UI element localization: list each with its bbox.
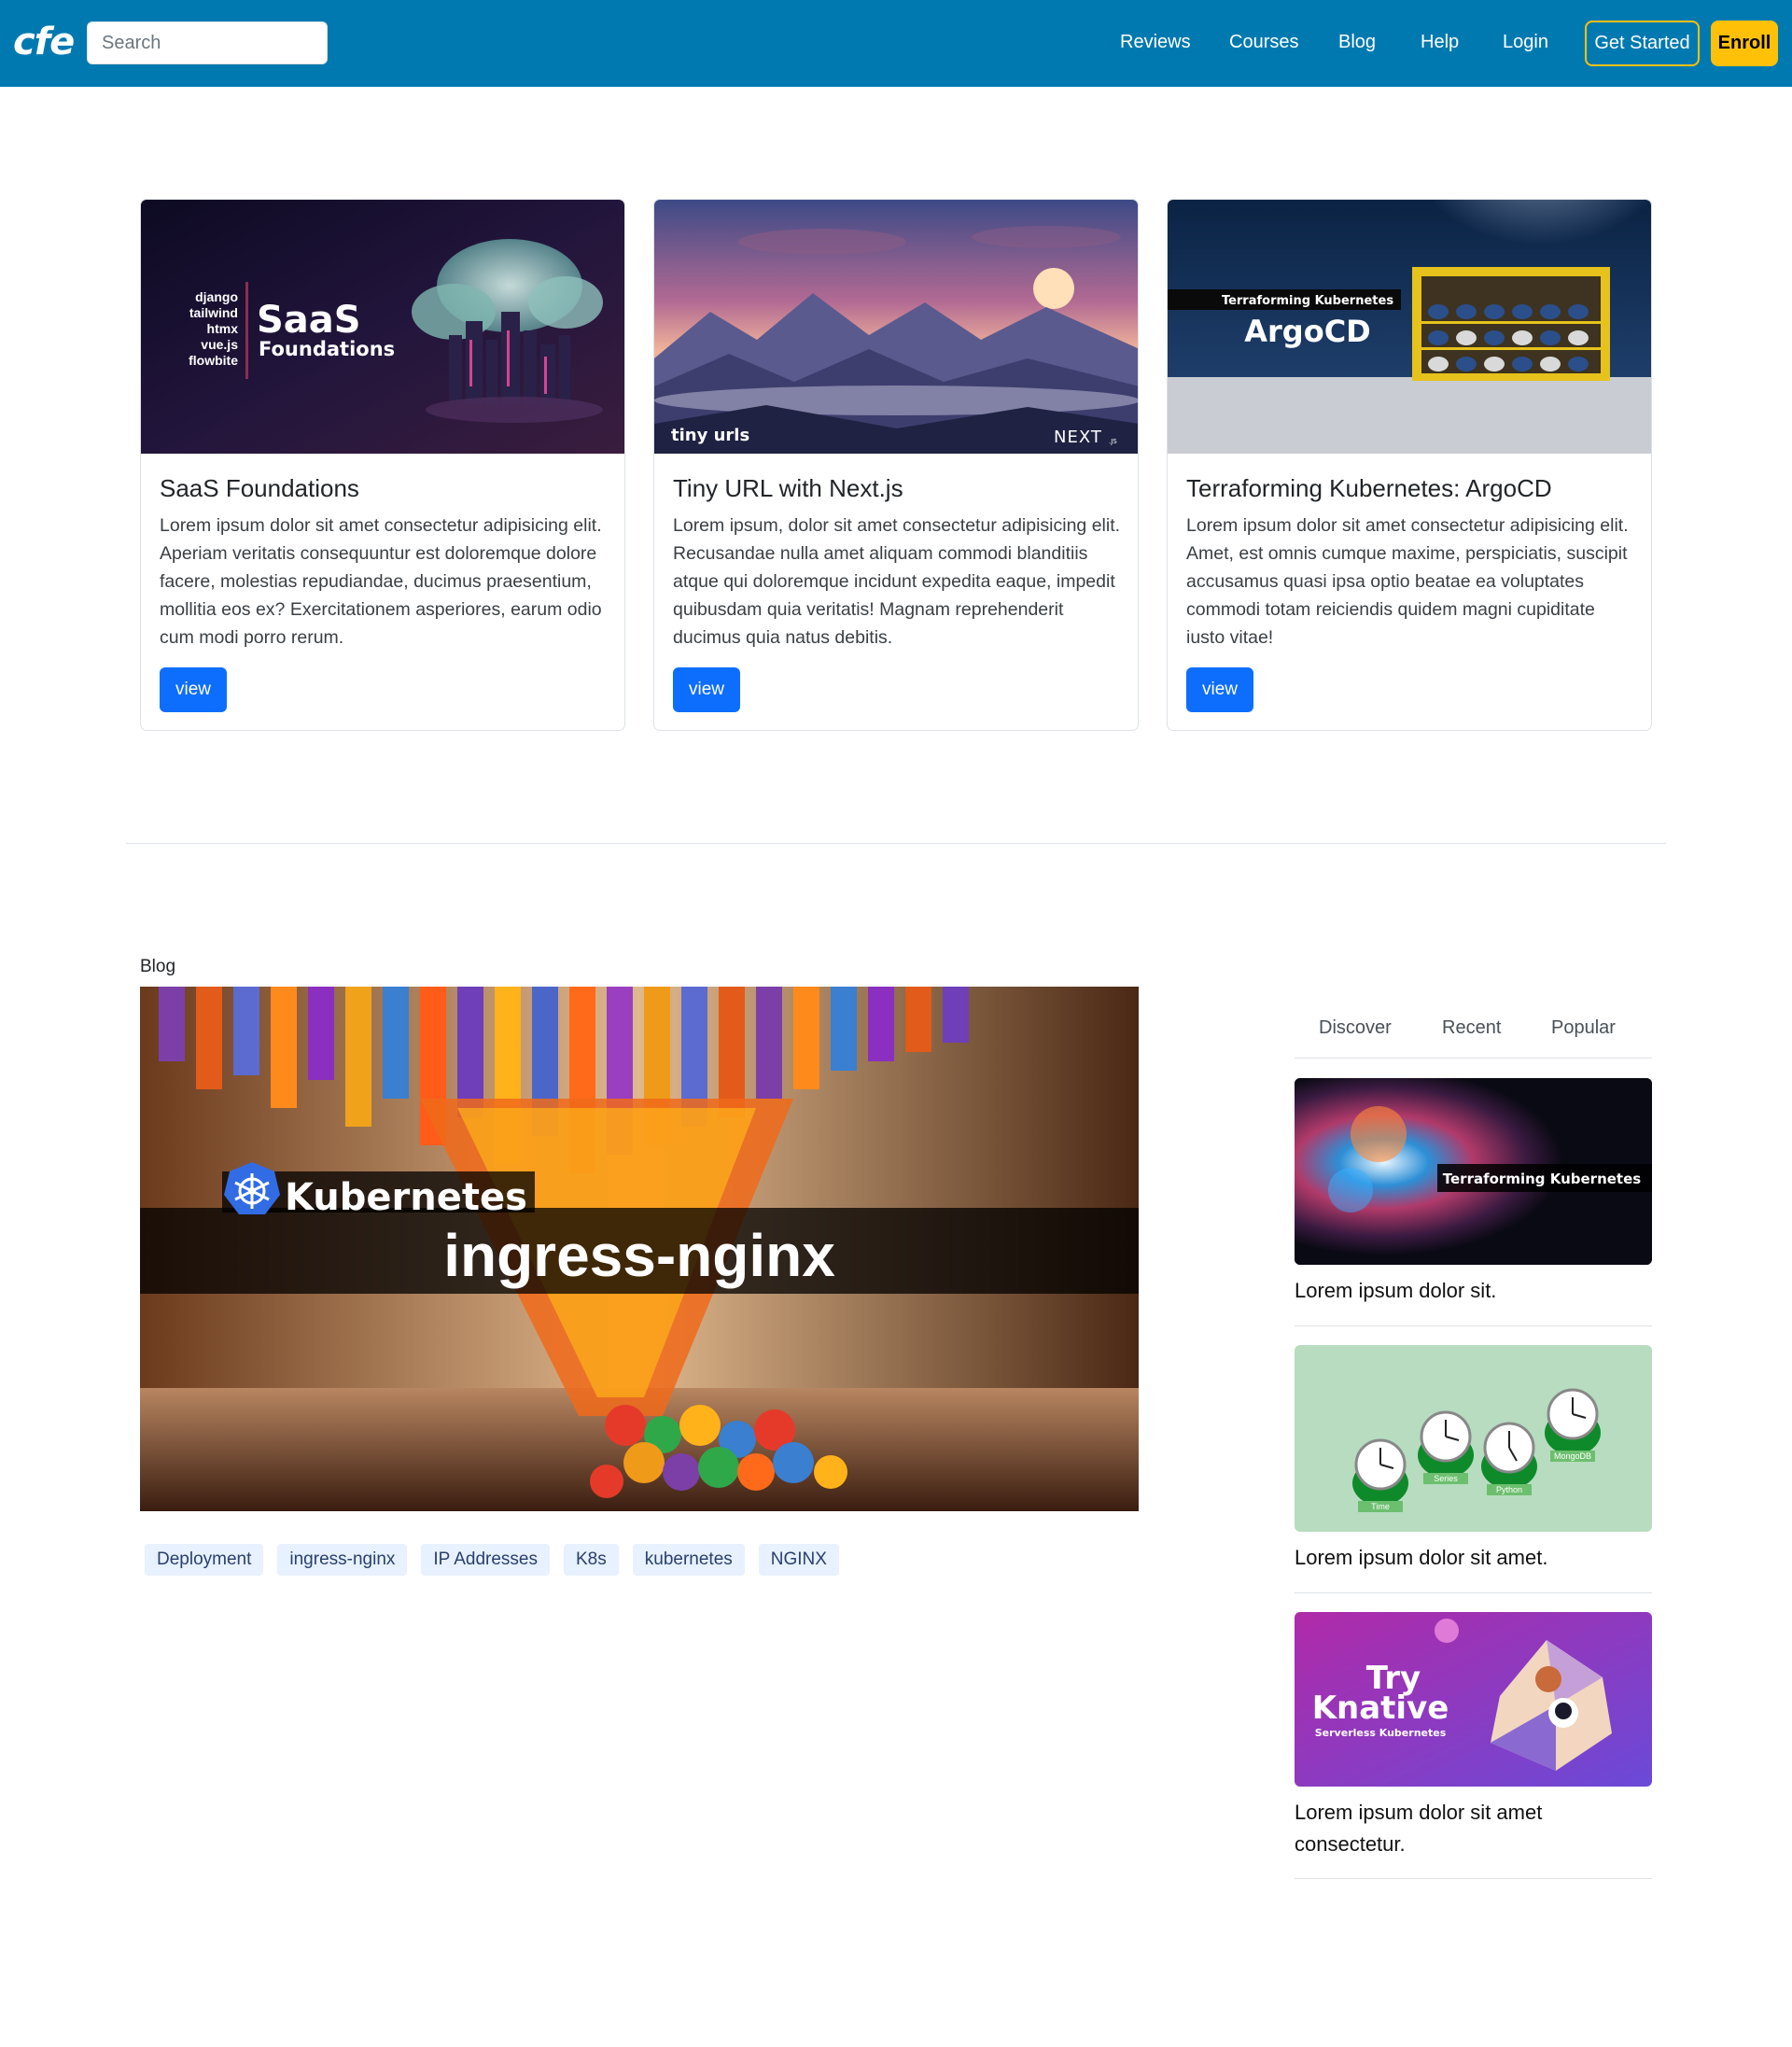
nav-link-reviews[interactable]: Reviews bbox=[1120, 32, 1191, 53]
knative-image-line3: Serverless Kubernetes bbox=[1315, 1727, 1447, 1739]
tab-discover[interactable]: Discover bbox=[1319, 1017, 1392, 1039]
course-title: Tiny URL with Next.js bbox=[673, 474, 903, 502]
knative-image-line2: Knative bbox=[1312, 1689, 1449, 1727]
course-image-saas[interactable]: django tailwind htmx vue.js flowbite Saa… bbox=[141, 200, 624, 454]
saas-image-headline: SaaS bbox=[257, 299, 361, 342]
clock-label-python: Python bbox=[1496, 1485, 1522, 1494]
tag-ingress-nginx[interactable]: ingress-nginx bbox=[277, 1544, 408, 1576]
cfe-logo[interactable]: cfe bbox=[13, 21, 75, 63]
nav-link-blog[interactable]: Blog bbox=[1338, 32, 1376, 53]
section-divider bbox=[126, 843, 1666, 844]
tag-ip-addresses[interactable]: IP Addresses bbox=[421, 1544, 550, 1576]
saas-image-subline: Foundations bbox=[259, 338, 395, 360]
tiny-url-image-caption: tiny urls bbox=[671, 426, 749, 445]
sidebar-tabs: Discover Recent Popular bbox=[1295, 1012, 1652, 1059]
search-input[interactable] bbox=[87, 21, 328, 64]
nav-link-courses[interactable]: Courses bbox=[1229, 32, 1298, 53]
clock-label-mongodb: MongoDB bbox=[1554, 1451, 1591, 1461]
view-button[interactable]: view bbox=[673, 667, 740, 712]
course-card-saas: django tailwind htmx vue.js flowbite Saa… bbox=[140, 199, 625, 731]
blog-tags: Deployment ingress-nginx IP Addresses K8… bbox=[145, 1544, 839, 1576]
saas-stack-vuejs: vue.js bbox=[201, 337, 238, 352]
tag-k8s[interactable]: K8s bbox=[564, 1544, 619, 1576]
argocd-image-headline: ArgoCD bbox=[1244, 314, 1370, 349]
tab-recent[interactable]: Recent bbox=[1442, 1017, 1501, 1039]
hero-badge-text: Kubernetes bbox=[285, 1176, 527, 1219]
sidebar-post-title[interactable]: Lorem ipsum dolor sit. bbox=[1295, 1275, 1496, 1307]
course-image-tiny-url[interactable]: tiny urls NEXT .JS bbox=[654, 200, 1138, 454]
sidebar-post-image[interactable]: Try Knative Serverless Kubernetes bbox=[1295, 1612, 1652, 1787]
enroll-button[interactable]: Enroll bbox=[1711, 21, 1778, 66]
sidebar-post-image[interactable]: Time Series Python MongoDB bbox=[1295, 1345, 1652, 1532]
saas-stack-htmx: htmx bbox=[207, 321, 239, 336]
blog-hero-image[interactable]: Kubernetes ingress-nginx bbox=[140, 987, 1139, 1511]
argocd-image-banner: Terraforming Kubernetes bbox=[1222, 294, 1393, 308]
sidebar-post: Try Knative Serverless Kubernetes Lorem … bbox=[1295, 1612, 1652, 1879]
sidebar-post: Terraforming Kubernetes Lorem ipsum dolo… bbox=[1295, 1078, 1652, 1326]
tab-popular[interactable]: Popular bbox=[1551, 1017, 1616, 1039]
nav-link-help[interactable]: Help bbox=[1421, 32, 1459, 53]
tag-deployment[interactable]: Deployment bbox=[145, 1544, 264, 1576]
nav-link-login[interactable]: Login bbox=[1503, 32, 1548, 53]
tag-kubernetes[interactable]: kubernetes bbox=[632, 1544, 745, 1576]
saas-stack-tailwind: tailwind bbox=[189, 305, 238, 320]
clock-label-series: Series bbox=[1434, 1474, 1458, 1483]
clock-label-time: Time bbox=[1371, 1502, 1390, 1511]
sidebar-post-image[interactable]: Terraforming Kubernetes bbox=[1295, 1078, 1652, 1265]
get-started-button[interactable]: Get Started bbox=[1585, 21, 1700, 66]
course-image-argocd[interactable]: Terraforming Kubernetes ArgoCD bbox=[1168, 200, 1651, 454]
saas-stack-flowbite: flowbite bbox=[189, 353, 238, 368]
tag-nginx[interactable]: NGINX bbox=[758, 1544, 839, 1576]
course-description: Lorem ipsum dolor sit amet consectetur a… bbox=[1186, 515, 1629, 648]
course-description: Lorem ipsum dolor sit amet consectetur a… bbox=[160, 515, 602, 648]
course-description: Lorem ipsum, dolor sit amet consectetur … bbox=[673, 515, 1121, 648]
view-button[interactable]: view bbox=[1186, 667, 1253, 712]
sidebar-post: Time Series Python MongoDB Lorem ipsum d… bbox=[1295, 1345, 1652, 1593]
top-navbar: cfe Reviews Courses Blog Help Login Get … bbox=[0, 0, 1792, 87]
view-button[interactable]: view bbox=[160, 667, 227, 712]
sidebar-post-title[interactable]: Lorem ipsum dolor sit amet. bbox=[1295, 1542, 1547, 1574]
saas-stack-django: django bbox=[195, 289, 238, 304]
sidebar-post-title[interactable]: Lorem ipsum dolor sit amet consectetur. bbox=[1295, 1797, 1603, 1860]
nextjs-logo: NEXT bbox=[1054, 428, 1102, 447]
sidebar-image-banner: Terraforming Kubernetes bbox=[1443, 1171, 1642, 1187]
nextjs-logo-suffix: .JS bbox=[1109, 438, 1117, 445]
course-card-tiny-url: tiny urls NEXT .JS Tiny URL with Next.js… bbox=[653, 199, 1139, 731]
course-title: SaaS Foundations bbox=[160, 474, 359, 502]
blog-section-label: Blog bbox=[140, 957, 176, 976]
hero-headline: ingress-nginx bbox=[443, 1222, 835, 1289]
course-card-argocd: Terraforming Kubernetes ArgoCD Terraform… bbox=[1167, 199, 1652, 731]
course-title: Terraforming Kubernetes: ArgoCD bbox=[1186, 474, 1552, 502]
